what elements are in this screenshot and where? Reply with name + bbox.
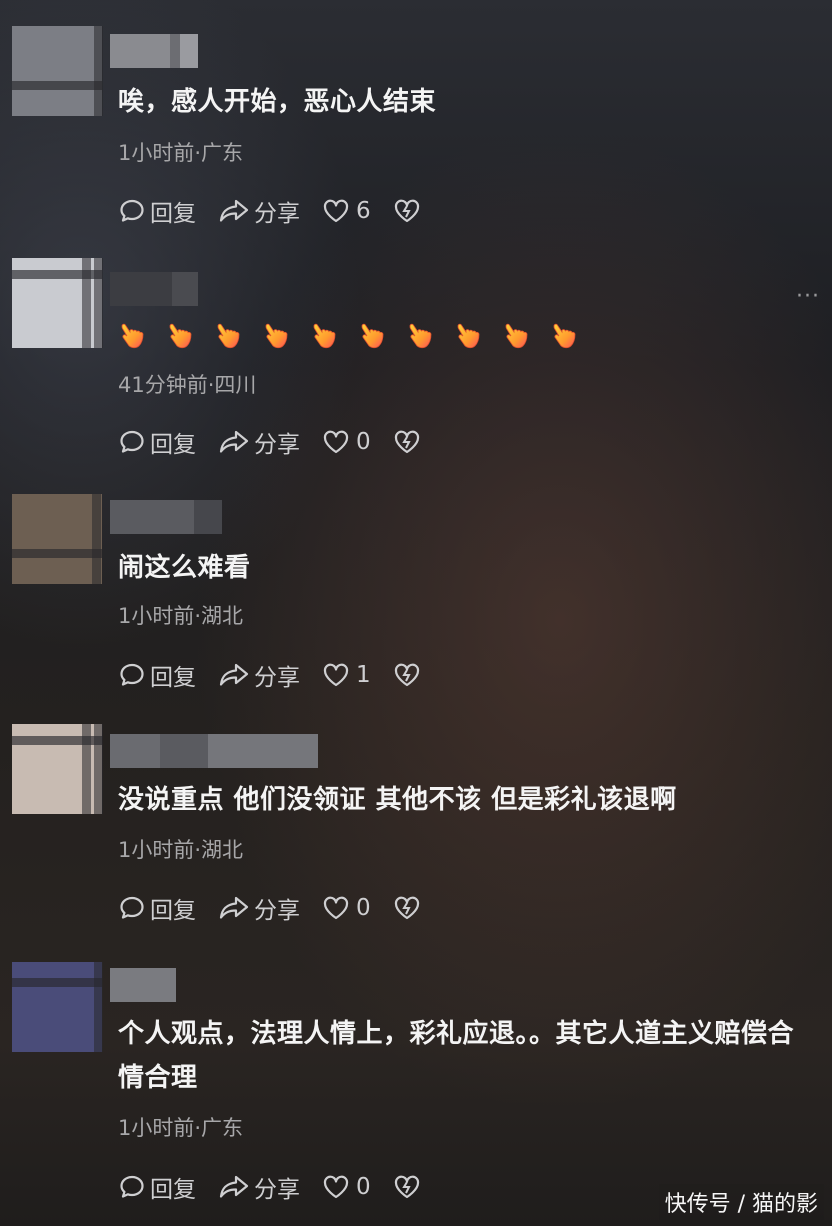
like-count: 0 <box>356 429 371 455</box>
avatar[interactable] <box>12 724 103 814</box>
pointing-finger-emoji <box>217 323 240 348</box>
like-button[interactable]: 0 <box>322 895 371 921</box>
dislike-button[interactable] <box>393 895 425 921</box>
heart-icon <box>323 896 349 920</box>
like-button[interactable]: 1 <box>322 662 371 688</box>
like-count: 0 <box>356 1174 371 1200</box>
share-button[interactable]: 分享 <box>218 1170 300 1204</box>
reply-button[interactable]: 回复 <box>118 658 196 692</box>
share-button[interactable]: 分享 <box>218 891 300 925</box>
pointing-finger-emoji <box>505 323 528 348</box>
avatar[interactable] <box>12 962 103 1052</box>
share-label: 分享 <box>254 665 300 691</box>
avatar[interactable] <box>12 26 103 116</box>
share-button[interactable]: 分享 <box>218 194 300 228</box>
pointing-finger-emoji <box>553 323 576 348</box>
share-button[interactable]: 分享 <box>218 658 300 692</box>
comment-meta: 1小时前·广东 <box>118 141 244 165</box>
share-icon <box>219 896 249 919</box>
username-blurred[interactable] <box>110 272 200 306</box>
comment-text: 没说重点 他们没领证 其他不该 但是彩礼该退啊 <box>118 785 677 815</box>
dislike-button[interactable] <box>393 198 425 224</box>
comment-actions: 回复 分享 0 <box>118 1170 447 1204</box>
share-icon <box>219 199 249 222</box>
broken-heart-icon <box>394 1175 419 1199</box>
broken-heart-icon <box>394 896 419 920</box>
share-icon <box>219 430 249 453</box>
username-blurred[interactable] <box>110 500 222 534</box>
broken-heart-icon <box>394 199 419 223</box>
reply-button[interactable]: 回复 <box>118 425 196 459</box>
share-label: 分享 <box>254 201 300 227</box>
pointing-finger-emoji <box>265 323 288 348</box>
reply-icon <box>120 1175 144 1198</box>
reply-icon <box>120 896 144 919</box>
like-button[interactable]: 6 <box>322 198 371 224</box>
reply-icon <box>120 199 144 222</box>
pointing-finger-emoji <box>361 323 384 348</box>
avatar[interactable] <box>12 494 102 584</box>
comment-meta: 1小时前·湖北 <box>118 838 244 862</box>
reply-icon <box>120 663 144 686</box>
heart-icon <box>323 199 349 223</box>
share-icon <box>219 1175 249 1198</box>
reply-label: 回复 <box>150 432 196 458</box>
reply-button[interactable]: 回复 <box>118 194 196 228</box>
reply-label: 回复 <box>150 1177 196 1203</box>
broken-heart-icon <box>394 430 419 454</box>
broken-heart-icon <box>394 663 419 687</box>
pointing-finger-emoji <box>313 323 336 348</box>
like-button[interactable]: 0 <box>322 429 371 455</box>
username-blurred[interactable] <box>110 734 318 768</box>
heart-icon <box>323 663 349 687</box>
comment-actions: 回复 分享 0 <box>118 425 447 459</box>
comment-text: 唉，感人开始，恶心人结束 <box>118 87 437 117</box>
comment-meta: 1小时前·湖北 <box>118 604 244 628</box>
comment-emoji-row <box>118 312 818 356</box>
reply-label: 回复 <box>150 201 196 227</box>
comment-actions: 回复 分享 1 <box>118 658 447 692</box>
watermark: 快传号 / 猫的影 <box>658 1184 824 1220</box>
reply-button[interactable]: 回复 <box>118 891 196 925</box>
reply-icon <box>120 430 144 453</box>
pointing-finger-emoji <box>457 323 480 348</box>
reply-button[interactable]: 回复 <box>118 1170 196 1204</box>
comment-actions: 回复 分享 6 <box>118 194 447 228</box>
comment-text: 个人观点，法理人情上，彩礼应退。。其它人道主义赔偿合情合理 <box>118 1019 795 1093</box>
share-label: 分享 <box>254 1177 300 1203</box>
pointing-finger-emoji <box>169 323 192 348</box>
like-count: 0 <box>356 895 371 921</box>
reply-label: 回复 <box>150 665 196 691</box>
dislike-button[interactable] <box>393 662 425 688</box>
username-blurred[interactable] <box>110 968 176 1002</box>
share-icon <box>219 663 249 686</box>
dislike-button[interactable] <box>393 1174 425 1200</box>
avatar[interactable] <box>12 258 103 348</box>
comment-meta: 1小时前·广东 <box>118 1116 244 1140</box>
share-label: 分享 <box>254 432 300 458</box>
username-blurred[interactable] <box>110 34 200 68</box>
heart-icon <box>323 430 349 454</box>
dislike-button[interactable] <box>393 429 425 455</box>
comment-text: 闹这么难看 <box>118 553 251 583</box>
comment-screen: { "comments": [ {"text": "唉，感人开始，恶心人结束",… <box>0 0 832 1226</box>
like-count: 6 <box>356 198 371 224</box>
comment-meta: 41分钟前·四川 <box>118 373 257 397</box>
reply-label: 回复 <box>150 898 196 924</box>
heart-icon <box>323 1175 349 1199</box>
like-count: 1 <box>356 662 371 688</box>
pointing-finger-emoji <box>409 323 432 348</box>
comment-actions: 回复 分享 0 <box>118 891 447 925</box>
share-label: 分享 <box>254 898 300 924</box>
share-button[interactable]: 分享 <box>218 425 300 459</box>
more-options-button[interactable]: ··· <box>796 284 820 309</box>
like-button[interactable]: 0 <box>322 1174 371 1200</box>
pointing-finger-emoji <box>121 323 144 348</box>
